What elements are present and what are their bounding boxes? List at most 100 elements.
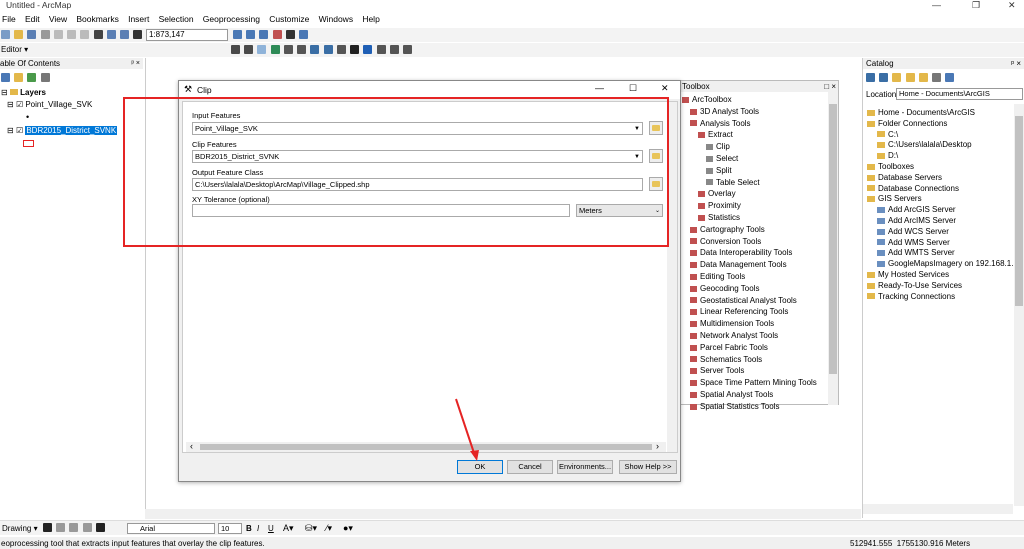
menu-bookmarks[interactable]: Bookmarks — [76, 14, 119, 24]
print-icon[interactable] — [40, 30, 50, 39]
catalog-close-icon[interactable]: ᵖ × — [1011, 58, 1021, 69]
up-folder-icon[interactable] — [892, 73, 902, 82]
close-button[interactable]: ✕ — [1008, 0, 1016, 11]
italic-button[interactable]: I — [257, 524, 259, 533]
python-icon[interactable] — [285, 30, 295, 39]
cancel-button[interactable]: Cancel — [507, 460, 553, 474]
catalog-item[interactable]: Add ArcIMS Server — [877, 216, 956, 225]
toolbox-item[interactable]: Linear Referencing Tools — [690, 307, 788, 316]
map-scrollbar[interactable] — [145, 509, 861, 519]
catalog-item[interactable]: My Hosted Services — [867, 270, 949, 279]
zoom-whole-page-icon[interactable] — [69, 523, 79, 532]
toolbox-item[interactable]: Geocoding Tools — [690, 284, 759, 293]
layers-group[interactable]: ⊟ Layers — [1, 88, 46, 97]
catalog-icon[interactable] — [259, 30, 269, 39]
back-icon[interactable] — [310, 45, 320, 54]
open-icon[interactable] — [14, 30, 24, 39]
catalog-item[interactable]: GoogleMapsImagery on 192.168.1. — [877, 259, 1013, 268]
catalog-hscrollbar[interactable] — [863, 504, 1013, 514]
tool-item[interactable]: Table Select — [706, 178, 760, 187]
toolbox-item[interactable]: Parcel Fabric Tools — [690, 343, 768, 352]
catalog-item[interactable]: Ready-To-Use Services — [867, 281, 962, 290]
zoom-out-icon[interactable] — [244, 45, 254, 54]
toolbox-item[interactable]: Overlay — [698, 189, 736, 198]
toolbox-item[interactable]: Network Analyst Tools — [690, 331, 778, 340]
options-icon[interactable] — [945, 73, 955, 82]
toolbox-scrollbar[interactable] — [828, 92, 838, 405]
toolbox-item[interactable]: Data Management Tools — [690, 260, 787, 269]
catalog-item[interactable]: C:\ — [877, 130, 898, 139]
rectangle-icon[interactable] — [82, 523, 92, 532]
toc-pin-icon[interactable]: ᵖ × — [131, 58, 140, 69]
catalog-item[interactable]: Add WMS Server — [877, 238, 950, 247]
save-icon[interactable] — [27, 30, 37, 39]
editor-toolbar-icon[interactable] — [233, 30, 242, 39]
list-by-selection-icon[interactable] — [40, 73, 50, 82]
toolbox-item[interactable]: Data Interoperability Tools — [690, 248, 792, 257]
toolbox-item[interactable]: Conversion Tools — [690, 237, 761, 246]
zoom-in-icon[interactable] — [231, 45, 240, 54]
paste-icon[interactable] — [80, 30, 90, 39]
catalog-item[interactable]: Folder Connections — [867, 119, 947, 128]
select-features-icon[interactable] — [336, 45, 346, 54]
list-by-drawing-order-icon[interactable] — [1, 73, 10, 82]
catalog-back-icon[interactable] — [866, 73, 875, 82]
toolbox-item[interactable]: ArcToolbox — [682, 95, 732, 104]
toolbox-item[interactable]: Multidimension Tools — [690, 319, 774, 328]
full-extent-icon[interactable] — [270, 45, 280, 54]
editor-menu[interactable]: Editor ▾ — [1, 45, 28, 54]
identify-icon[interactable] — [363, 45, 373, 54]
catalog-item[interactable]: Add ArcGIS Server — [877, 205, 956, 214]
fill-color-icon[interactable]: ⛁▾ — [305, 523, 317, 534]
fixed-zoom-out-icon[interactable] — [297, 45, 307, 54]
location-combo[interactable]: Home - Documents\ArcGIS — [896, 88, 1023, 100]
toolbox-item[interactable]: Spatial Analyst Tools — [690, 390, 773, 399]
toolbox-item[interactable]: Cartography Tools — [690, 225, 765, 234]
scroll-right-icon[interactable]: › — [656, 441, 659, 451]
layer-district[interactable]: ⊟ ☑ BDR2015_District_SVNK — [7, 126, 118, 135]
toolbox-item[interactable]: Extract — [698, 130, 733, 139]
menu-file[interactable]: File — [2, 14, 16, 24]
minimize-button[interactable]: — — [932, 0, 941, 10]
copy-icon[interactable] — [67, 30, 77, 39]
tool-item[interactable]: Split — [706, 166, 732, 175]
maximize-button[interactable]: ❐ — [972, 0, 980, 11]
toolbox-item[interactable]: Geostatistical Analyst Tools — [690, 296, 797, 305]
font-color-icon[interactable]: A▾ — [283, 523, 294, 534]
catalog-forward-icon[interactable] — [879, 73, 889, 82]
font-size-combo[interactable]: 10 — [218, 523, 242, 534]
select-elements-icon[interactable] — [43, 523, 52, 532]
toolbox-item[interactable]: Server Tools — [690, 366, 744, 375]
add-data-icon[interactable] — [133, 30, 143, 39]
pan-icon[interactable] — [257, 45, 267, 54]
toolbox-item[interactable]: Proximity — [698, 201, 741, 210]
select-elements-icon[interactable] — [350, 45, 360, 54]
font-combo[interactable]: Arial — [127, 523, 215, 534]
toolbox-item[interactable]: Editing Tools — [690, 272, 745, 281]
toolbox-item[interactable]: 3D Analyst Tools — [690, 107, 759, 116]
list-by-visibility-icon[interactable] — [27, 73, 37, 82]
menu-insert[interactable]: Insert — [128, 14, 149, 24]
marker-color-icon[interactable]: ●▾ — [343, 523, 353, 534]
fixed-zoom-in-icon[interactable] — [283, 45, 293, 54]
catalog-item[interactable]: Database Servers — [867, 173, 942, 182]
catalog-scrollbar[interactable] — [1014, 104, 1024, 506]
catalog-item[interactable]: C:\Users\lalala\Desktop — [877, 140, 972, 149]
underline-button[interactable]: U — [268, 524, 274, 533]
dialog-minimize-button[interactable]: — — [595, 83, 604, 93]
layer-checkbox[interactable]: ☑ — [16, 126, 23, 135]
hyperlink-icon[interactable] — [403, 45, 413, 54]
redo-icon[interactable] — [120, 30, 130, 39]
toolbox-item[interactable]: Space Time Pattern Mining Tools — [690, 378, 817, 387]
new-icon[interactable] — [1, 30, 10, 39]
connect-folder-icon[interactable] — [918, 73, 928, 82]
catalog-item[interactable]: Database Connections — [867, 184, 959, 193]
undo-icon[interactable] — [106, 30, 116, 39]
menu-geoprocessing[interactable]: Geoprocessing — [203, 14, 260, 24]
catalog-item[interactable]: Add WCS Server — [877, 227, 949, 236]
menu-selection[interactable]: Selection — [159, 14, 194, 24]
find-icon[interactable] — [376, 45, 386, 54]
list-by-source-icon[interactable] — [14, 73, 24, 82]
toolbox-item[interactable]: Spatial Statistics Tools — [690, 402, 779, 411]
modelbuilder-icon[interactable] — [299, 30, 309, 39]
